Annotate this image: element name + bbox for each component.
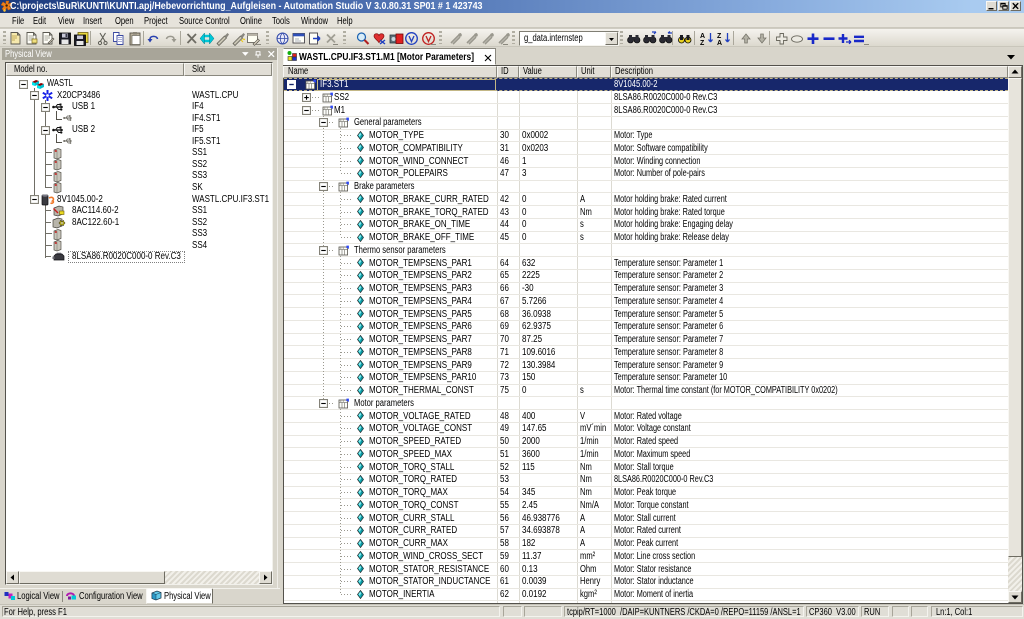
svg-text:Z: Z — [717, 33, 722, 40]
svg-text:Z: Z — [700, 40, 705, 47]
svg-text:A: A — [717, 40, 722, 47]
svg-text:A: A — [700, 33, 705, 40]
